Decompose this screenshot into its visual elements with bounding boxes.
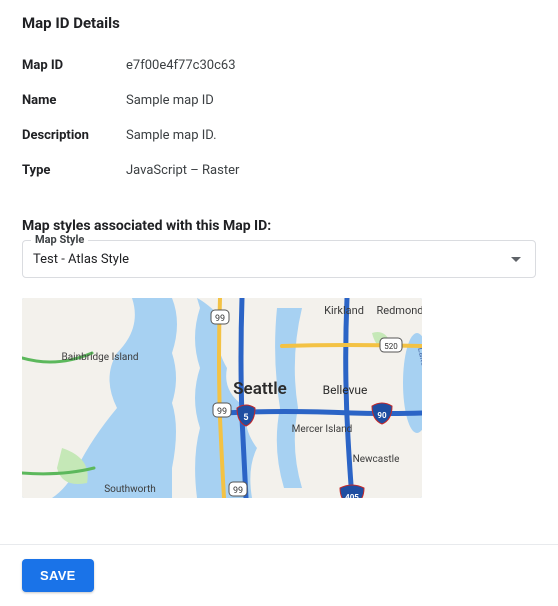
map-label-newcastle: Newcastle [353, 454, 400, 465]
details-row: Name Sample map ID [22, 83, 536, 118]
map-label-kirkland: Kirkland [324, 304, 364, 317]
shield-sr99a: 99 [211, 310, 229, 324]
shield-sr99b: 99 [213, 403, 231, 417]
details-label: Description [22, 118, 126, 153]
svg-text:405: 405 [345, 493, 359, 498]
shield-i405: 405 [340, 485, 364, 498]
details-row: Type JavaScript – Raster [22, 153, 536, 188]
details-value: Sample map ID [126, 83, 536, 118]
details-value: Sample map ID. [126, 118, 536, 153]
svg-text:99: 99 [233, 486, 243, 496]
map-preview[interactable]: Seattle Bellevue Kirkland Redmond Mercer… [22, 298, 422, 498]
map-style-select[interactable]: Map Style Test - Atlas Style [22, 240, 536, 278]
map-label-seattle: Seattle [233, 379, 287, 399]
map-style-select-label: Map Style [31, 233, 88, 246]
shield-sr99c: 99 [229, 482, 247, 496]
svg-text:90: 90 [377, 411, 387, 420]
details-value: JavaScript – Raster [126, 153, 536, 188]
details-label: Map ID [22, 48, 126, 83]
map-label-redmond: Redmond [376, 304, 422, 317]
map-style-select-value: Test - Atlas Style [33, 252, 511, 267]
svg-text:99: 99 [215, 314, 225, 324]
footer-bar: SAVE [0, 544, 558, 606]
chevron-down-icon [511, 257, 521, 262]
details-row: Map ID e7f00e4f77c30c63 [22, 48, 536, 83]
map-label-mercer: Mercer Island [292, 424, 353, 435]
associated-styles-title: Map styles associated with this Map ID: [22, 218, 536, 234]
page-title: Map ID Details [22, 14, 536, 32]
map-label-southworth: Southworth [104, 484, 156, 495]
details-table: Map ID e7f00e4f77c30c63 Name Sample map … [22, 48, 536, 188]
details-value: e7f00e4f77c30c63 [126, 48, 536, 83]
map-label-bainbridge: Bainbridge Island [61, 352, 138, 363]
map-label-bellevue: Bellevue [323, 383, 368, 397]
save-button[interactable]: SAVE [22, 559, 94, 592]
details-label: Type [22, 153, 126, 188]
shield-sr520: 520 [380, 338, 402, 352]
svg-text:5: 5 [243, 413, 248, 423]
details-label: Name [22, 83, 126, 118]
details-row: Description Sample map ID. [22, 118, 536, 153]
svg-text:99: 99 [217, 407, 227, 417]
svg-text:520: 520 [384, 342, 398, 351]
